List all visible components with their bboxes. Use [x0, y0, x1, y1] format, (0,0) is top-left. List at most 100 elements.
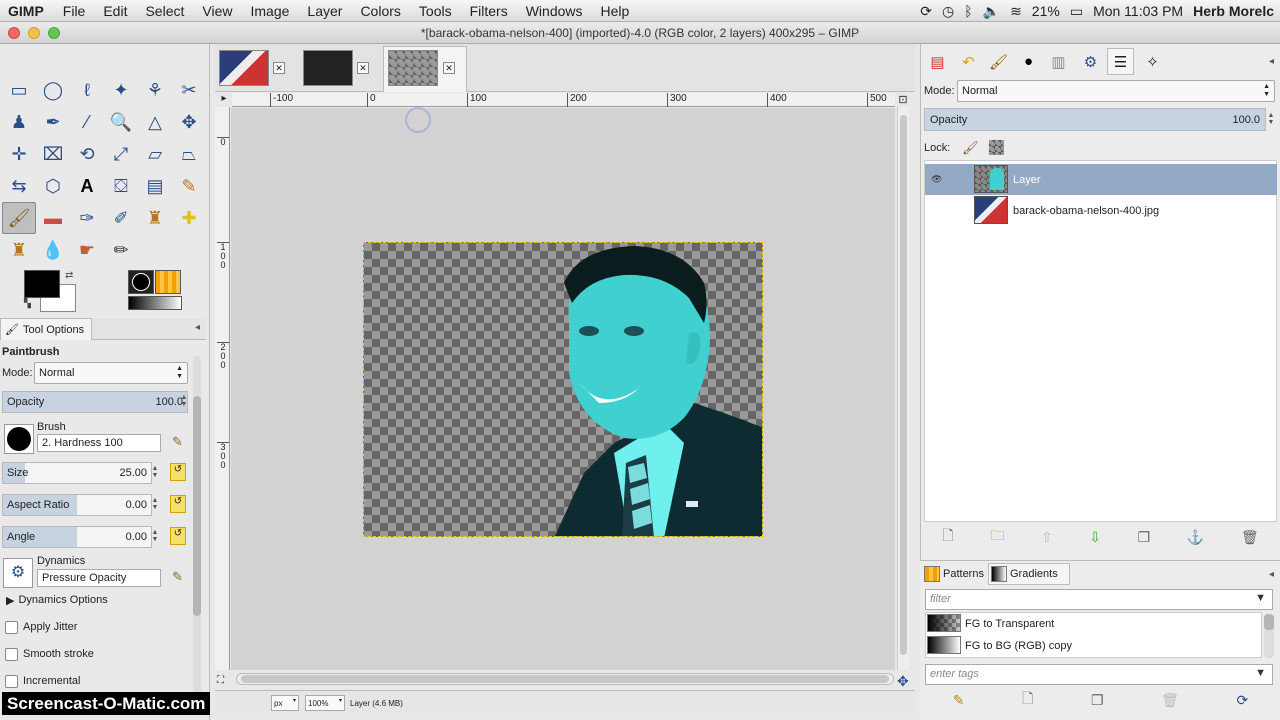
duplicate-layer-icon[interactable]: ❐	[1138, 529, 1151, 546]
active-gradient-preview[interactable]	[128, 296, 182, 310]
eraser-icon[interactable]: ▬	[36, 202, 70, 234]
filter-tags-select[interactable]: filter ▼	[925, 589, 1273, 610]
free-select-icon[interactable]: ℓ	[70, 74, 104, 106]
heal-icon[interactable]: ✚	[172, 202, 206, 234]
bluetooth-icon[interactable]: ᛒ	[964, 3, 972, 19]
close-tab-1-icon[interactable]: ✕	[273, 62, 285, 74]
clone-icon[interactable]: ♜	[138, 202, 172, 234]
foreground-color-swatch-top[interactable]	[24, 270, 60, 298]
menu-filters[interactable]: Filters	[461, 3, 517, 19]
quick-mask-toggle-icon[interactable]: ▸	[218, 93, 230, 105]
angle-spin-icon[interactable]: ▲ ▼	[151, 529, 159, 543]
time-machine-icon[interactable]: ◷	[942, 3, 954, 20]
reset-aspect-icon[interactable]: ↺	[170, 495, 186, 513]
tab-paths-icon[interactable]: ✧	[1139, 48, 1166, 75]
layers-opacity-spin-icon[interactable]: ▲ ▼	[1267, 112, 1275, 126]
paths-icon[interactable]: ✒	[36, 106, 70, 138]
refresh-gradients-icon[interactable]: ⟳	[1236, 692, 1248, 709]
close-tab-2-icon[interactable]: ✕	[357, 62, 369, 74]
layers-mode-select[interactable]: Normal ▲ ▼	[957, 80, 1275, 102]
edit-dynamics-icon[interactable]: ✎	[172, 569, 183, 585]
cage-transform-icon[interactable]: ⬡	[36, 170, 70, 202]
gradient-row-2[interactable]: FG to BG (RGB) copy	[925, 635, 1262, 656]
tab-layers-active-icon[interactable]: ☰	[1107, 48, 1134, 75]
gradient-row-1[interactable]: FG to Transparent	[925, 613, 1262, 634]
edit-gradient-icon[interactable]: ✎	[953, 692, 965, 709]
wifi-icon[interactable]: ≋	[1010, 3, 1022, 20]
sync-icon[interactable]: ⟳	[920, 3, 932, 20]
close-window-button[interactable]	[8, 27, 20, 39]
dynamics-icon[interactable]: ⚙	[3, 558, 33, 588]
unit-select[interactable]: px ▾	[271, 695, 299, 711]
foreground-select-icon[interactable]: ♟	[2, 106, 36, 138]
layers-opacity-slider[interactable]: Opacity 100.0	[924, 108, 1266, 131]
layer-name-2[interactable]: barack-obama-nelson-400.jpg	[1013, 205, 1159, 217]
menu-view[interactable]: View	[193, 3, 241, 19]
opacity-slider[interactable]: Opacity 100.0	[2, 391, 188, 413]
gradients-scrollbar[interactable]	[1264, 614, 1274, 658]
active-pattern-preview[interactable]	[155, 270, 181, 294]
edit-brush-icon[interactable]: ✎	[172, 434, 183, 450]
angle-slider[interactable]: Angle 0.00	[2, 526, 152, 548]
layer-row-layer[interactable]: 👁 Layer	[925, 164, 1277, 195]
ink-icon[interactable]: ✐	[104, 202, 138, 234]
minimize-window-button[interactable]	[28, 27, 40, 39]
image-tab-thumb-2[interactable]	[303, 50, 353, 86]
image-canvas[interactable]	[363, 242, 763, 537]
tab-gradient-icon[interactable]: ▥	[1045, 48, 1072, 75]
tab-brush-shape-icon[interactable]: ●	[1015, 48, 1042, 75]
menu-select[interactable]: Select	[136, 3, 193, 19]
new-layer-group-icon[interactable]: 🗀	[990, 525, 1004, 549]
visibility-eye-icon[interactable]: 👁	[931, 174, 942, 185]
horizontal-scrollbar[interactable]	[236, 673, 894, 685]
fuzzy-select-icon[interactable]: ✦	[104, 74, 138, 106]
new-layer-icon[interactable]: 🗋	[942, 525, 953, 549]
clock[interactable]: Mon 11:03 PM	[1093, 3, 1183, 19]
color-picker-icon[interactable]: ⁄	[70, 106, 104, 138]
lock-pixels-icon[interactable]: 🖌	[962, 140, 979, 156]
active-brush-preview[interactable]	[128, 270, 154, 294]
zoom-icon[interactable]: 🔍	[104, 106, 138, 138]
image-tab-thumb-1[interactable]	[219, 50, 269, 86]
reset-size-icon[interactable]: ↺	[170, 463, 186, 481]
align-icon[interactable]: ✛	[2, 138, 36, 170]
image-tab-thumb-3[interactable]	[388, 50, 438, 86]
color-select-icon[interactable]: ⚘	[138, 74, 172, 106]
zoom-select[interactable]: 100% ▾	[305, 695, 345, 711]
delete-gradient-icon[interactable]: 🗑	[1161, 692, 1179, 709]
size-spin-icon[interactable]: ▲ ▼	[151, 465, 159, 479]
airbrush-icon[interactable]: ✑	[70, 202, 104, 234]
menu-layer[interactable]: Layer	[298, 3, 351, 19]
menu-file[interactable]: File	[54, 3, 95, 19]
tab-patterns[interactable]: Patterns	[922, 563, 988, 585]
user-name[interactable]: Herb Morelc	[1193, 3, 1274, 19]
navigate-corner-icon[interactable]: ⛶	[217, 675, 224, 686]
paintbrush-icon[interactable]: 🖌	[2, 202, 36, 234]
text-icon[interactable]: A	[70, 170, 104, 202]
apply-jitter-checkbox[interactable]	[5, 621, 18, 634]
anchor-layer-icon[interactable]: ⚓	[1187, 529, 1204, 546]
reset-angle-icon[interactable]: ↺	[170, 527, 186, 545]
dock-menu-icon[interactable]: ◂	[1269, 56, 1274, 67]
blur-icon[interactable]: 💧	[36, 234, 70, 266]
perspective-clone-icon[interactable]: ♜	[2, 234, 36, 266]
menu-edit[interactable]: Edit	[94, 3, 136, 19]
dodge-burn-icon[interactable]: ✏	[104, 234, 138, 266]
tab-brushes-icon[interactable]: 🖌	[985, 48, 1012, 75]
flip-icon[interactable]: ⇆	[2, 170, 36, 202]
tool-options-scrollbar[interactable]	[193, 356, 201, 696]
menu-help[interactable]: Help	[592, 3, 639, 19]
incremental-checkbox[interactable]	[5, 675, 18, 688]
rect-select-icon[interactable]: ▭	[2, 74, 36, 106]
navigate-icon[interactable]: ✥	[897, 673, 909, 690]
scissors-icon[interactable]: ✂	[172, 74, 206, 106]
vertical-scrollbar[interactable]	[897, 107, 909, 670]
pencil-icon[interactable]: ✎	[172, 170, 206, 202]
close-tab-3-icon[interactable]: ✕	[443, 62, 455, 74]
menu-tools[interactable]: Tools	[410, 3, 461, 19]
aspect-ratio-slider[interactable]: Aspect Ratio 0.00	[2, 494, 152, 516]
opacity-spin-icon[interactable]: ▲ ▼	[180, 394, 188, 408]
crop-icon[interactable]: ⌧	[36, 138, 70, 170]
tab-device-status-icon[interactable]: ⚙	[1077, 48, 1104, 75]
mode-select[interactable]: Normal ▲ ▼	[34, 362, 188, 384]
